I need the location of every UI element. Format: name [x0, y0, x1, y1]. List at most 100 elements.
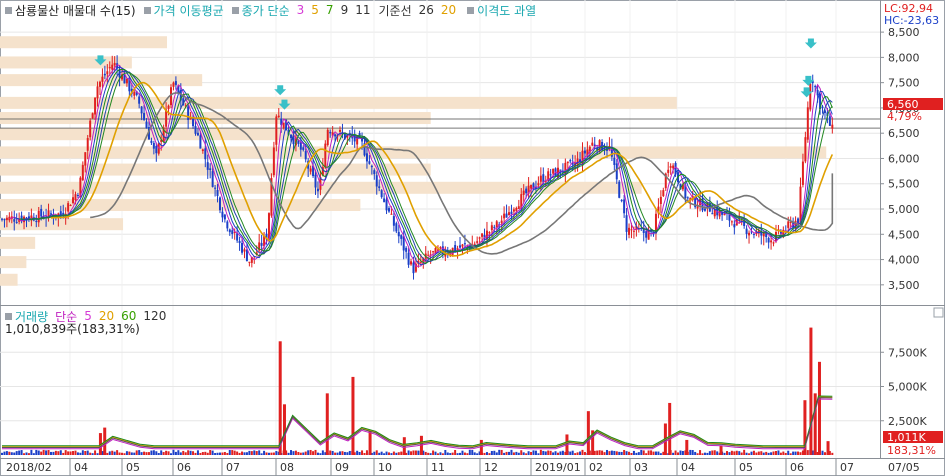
volume-bar [189, 450, 192, 455]
volume-bar [167, 451, 170, 455]
price-axis-label: 4,000 [888, 254, 920, 267]
candle-body [228, 229, 231, 233]
volume-bar [632, 450, 635, 455]
volume-bar [25, 452, 28, 455]
candle-body [81, 165, 84, 181]
chart-canvas[interactable]: 8,5008,0007,5007,0006,5006,0005,5005,000… [0, 0, 945, 476]
candle-body [260, 243, 263, 246]
base-value-26: 26 [418, 3, 434, 17]
volume-spike [719, 445, 723, 455]
candle-body [15, 222, 18, 224]
candle-body [405, 247, 408, 252]
candle-body [113, 62, 116, 66]
price-title[interactable]: 삼룡물산 매물대 수(15) [15, 2, 136, 19]
volume-bar [446, 452, 449, 455]
price-legend: 삼룡물산 매물대 수(15) 가격 이동평균 종가 단순 3 5 7 9 11 기준선 … [0, 0, 539, 20]
volume-bar [777, 450, 780, 455]
volume-profile-bar [0, 236, 36, 249]
candle-body [324, 143, 327, 168]
date-axis-label: 07 [226, 461, 240, 474]
volume-bar [47, 450, 50, 455]
volume-bar [708, 451, 711, 455]
candle-body [365, 153, 368, 162]
volume-bar [121, 452, 124, 455]
volume-bar [441, 453, 444, 455]
ma-label[interactable]: 가격 이동평균 [154, 2, 224, 19]
volume-bar [385, 451, 388, 455]
candle-body [814, 85, 817, 88]
volume-bar [581, 449, 584, 455]
candle-body [476, 241, 479, 243]
volume-bar [40, 451, 43, 455]
volume-bar [414, 450, 417, 455]
volume-bar [792, 451, 795, 455]
candle-body [91, 113, 94, 119]
volume-bar [170, 453, 173, 455]
candle-body [218, 197, 221, 211]
volume-bar [314, 449, 317, 455]
volume-bar [493, 450, 496, 455]
candle-body [370, 165, 373, 168]
legend-marker-icon [231, 6, 239, 14]
candle-body [241, 243, 244, 253]
volume-bar [118, 452, 121, 455]
volume-bar [143, 451, 146, 455]
candle-body [133, 91, 136, 96]
volume-axis-label: 2,500K [888, 415, 927, 428]
volume-bar [209, 450, 212, 455]
volume-bar [522, 452, 525, 455]
volume-bar [177, 450, 180, 455]
volume-bar [18, 450, 21, 455]
candle-body [1, 218, 3, 220]
volume-bar [799, 452, 802, 455]
volume-bar [299, 452, 302, 455]
base-value-20: 20 [440, 3, 457, 17]
volume-bar [561, 450, 564, 455]
volume-bar [125, 451, 128, 455]
volume-bar [635, 452, 638, 455]
candle-body [385, 199, 388, 211]
candle-body [140, 106, 143, 114]
volume-bar [260, 453, 263, 455]
volume-axis: 7,500K 5,000K 2,500K [880, 346, 927, 428]
volume-bar [579, 451, 582, 455]
volume-bar [392, 451, 395, 455]
candle-body [828, 116, 831, 126]
candle-body [662, 190, 665, 197]
volume-bar [3, 451, 6, 455]
volume-bar [650, 450, 653, 455]
candle-body [419, 261, 422, 263]
legend-marker-icon [143, 6, 151, 14]
volume-bar [598, 450, 601, 455]
volume-bar [226, 452, 229, 455]
disparity-label[interactable]: 이격도 과열 [477, 2, 536, 19]
volume-bar [787, 450, 790, 455]
volume-bar [412, 450, 415, 455]
volume-bar [287, 452, 290, 455]
base-label[interactable]: 기준선 [378, 2, 411, 19]
volume-bar [569, 451, 572, 455]
volume-bar [723, 452, 726, 455]
candle-body [59, 211, 62, 215]
volume-bar [341, 451, 344, 455]
volume-bar [608, 451, 611, 455]
volume-profile-bar [0, 256, 27, 269]
volume-bar [62, 452, 65, 455]
candle-body [478, 237, 481, 239]
candle-body [752, 233, 755, 235]
candle-body [410, 261, 413, 265]
volume-spike [668, 402, 672, 455]
volume-bar [605, 449, 608, 455]
ma-period-11: 11 [355, 3, 371, 17]
volume-bar [770, 452, 773, 455]
volume-bar [79, 452, 82, 455]
volume-bar [334, 452, 337, 455]
pane-resize-box[interactable] [933, 307, 944, 318]
candle-body [155, 145, 158, 154]
volume-bar [81, 450, 84, 455]
candle-body [566, 161, 569, 164]
volume-bar [375, 450, 378, 455]
date-axis-label: 07/05 [888, 461, 920, 474]
volume-bar [637, 452, 640, 455]
candle-body [196, 132, 199, 136]
